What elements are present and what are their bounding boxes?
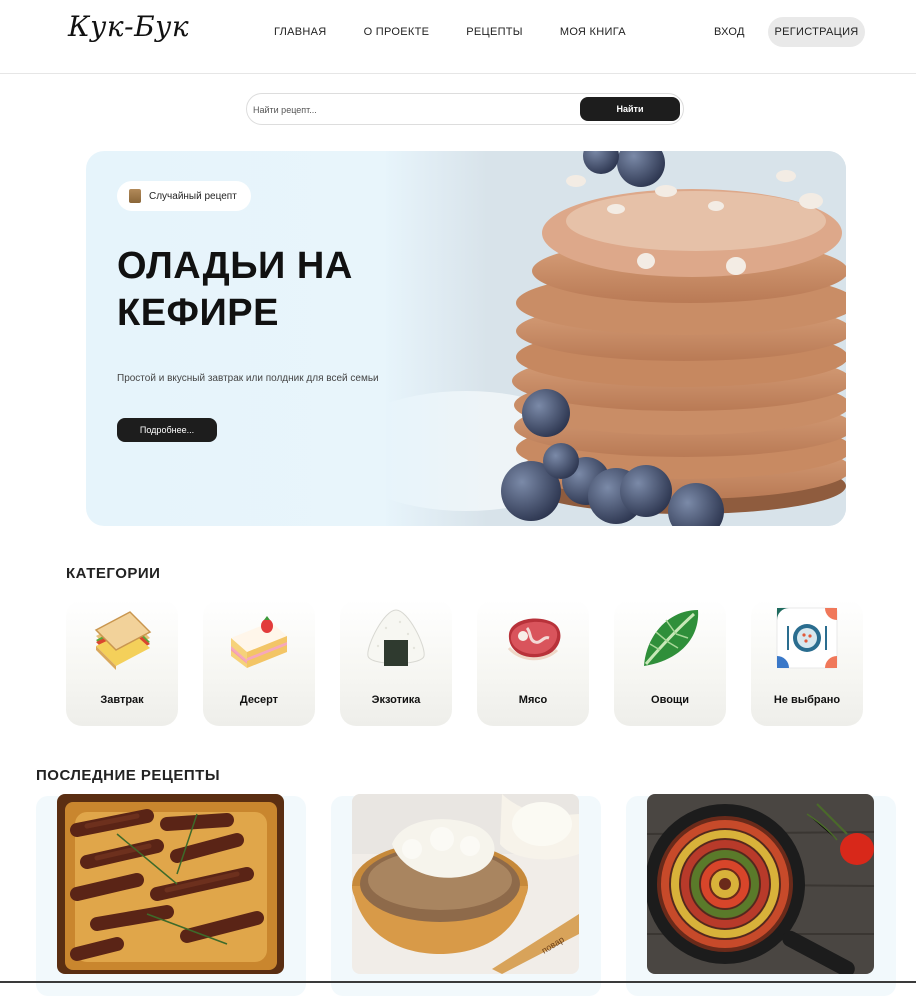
category-card-unselected[interactable]: Не выбрано (751, 600, 863, 726)
search-input[interactable] (253, 100, 573, 120)
sausages-in-batter-photo[interactable] (57, 794, 284, 974)
category-card-meat[interactable]: Мясо (477, 600, 589, 726)
pancakes-hero-image (386, 151, 846, 526)
plate-icon (776, 607, 838, 669)
register-button[interactable]: РЕГИСТРАЦИЯ (768, 17, 865, 47)
search-button[interactable]: Найти (580, 97, 680, 121)
nav-item-about[interactable]: О ПРОЕКТЕ (364, 26, 430, 38)
category-card-vegetables[interactable]: Овощи (614, 600, 726, 726)
category-card-dessert[interactable]: Десерт (203, 600, 315, 726)
recent-recipes-title: ПОСЛЕДНИЕ РЕЦЕПТЫ (36, 767, 221, 784)
categories-list: Завтрак Десерт Экзотика Мясо Овощи Не вы… (66, 600, 863, 726)
categories-title: КАТЕГОРИИ (66, 565, 161, 582)
category-label: Не выбрано (773, 694, 841, 706)
meat-icon (507, 618, 561, 661)
category-label: Мясо (518, 694, 548, 706)
hero-random-recipe: Случайный рецепт ОЛАДЬИ НА КЕФИРЕ Просто… (86, 151, 846, 526)
site-header: Кук-Бук ГЛАВНАЯ О ПРОЕКТЕ РЕЦЕПТЫ МОЯ КН… (0, 0, 916, 74)
login-link[interactable]: ВХОД (714, 26, 745, 38)
hero-title: ОЛАДЬИ НА КЕФИРЕ (117, 245, 353, 334)
category-card-breakfast[interactable]: Завтрак (66, 600, 178, 726)
hero-description: Простой и вкусный завтрак или полдник дл… (117, 373, 379, 384)
main-nav: ГЛАВНАЯ О ПРОЕКТЕ РЕЦЕПТЫ МОЯ КНИГА (274, 26, 663, 38)
badge-label: Случайный рецепт (149, 190, 237, 202)
ratatouille-pan-photo[interactable] (647, 794, 874, 974)
random-recipe-badge: Случайный рецепт (117, 181, 251, 211)
nav-item-home[interactable]: ГЛАВНАЯ (274, 26, 327, 38)
category-label: Десерт (239, 694, 279, 706)
category-label: Экзотика (371, 694, 421, 706)
site-logo[interactable]: Кук-Бук (68, 10, 189, 43)
onigiri-icon (367, 609, 425, 666)
category-card-exotic[interactable]: Экзотика (340, 600, 452, 726)
cake-icon (231, 616, 287, 668)
category-label: Овощи (651, 694, 689, 706)
sandwich-icon (94, 611, 152, 670)
nav-item-my-book[interactable]: МОЯ КНИГА (560, 26, 626, 38)
book-icon (129, 189, 141, 203)
leafy-green-icon (644, 610, 699, 666)
buckwheat-bowl-photo[interactable]: повар (352, 794, 579, 974)
nav-item-recipes[interactable]: РЕЦЕПТЫ (466, 26, 523, 38)
search-bar: Найти (246, 93, 684, 125)
details-button[interactable]: Подробнее... (117, 418, 217, 442)
category-label: Завтрак (100, 694, 144, 706)
